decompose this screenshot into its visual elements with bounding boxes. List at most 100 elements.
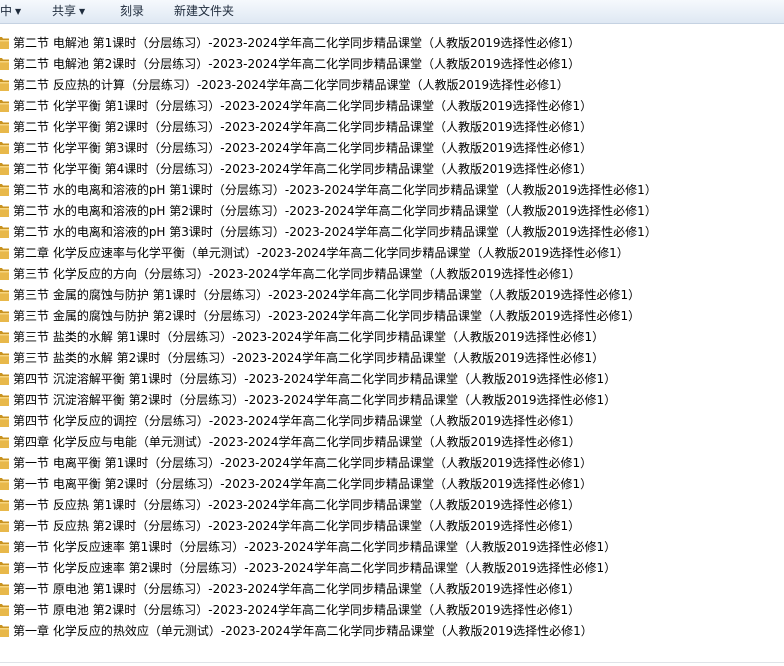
folder-icon: [0, 225, 9, 238]
chevron-down-icon: ▼: [15, 7, 22, 16]
file-name: 第三节 盐类的水解 第2课时（分层练习）-2023-2024学年高二化学同步精品…: [13, 351, 605, 365]
folder-icon: [0, 204, 9, 217]
file-list-item[interactable]: 第四节 化学反应的调控（分层练习）-2023-2024学年高二化学同步精品课堂（…: [0, 411, 784, 432]
file-list-item[interactable]: 第三节 化学反应的方向（分层练习）-2023-2024学年高二化学同步精品课堂（…: [0, 264, 784, 285]
file-list-item[interactable]: 第一节 原电池 第1课时（分层练习）-2023-2024学年高二化学同步精品课堂…: [0, 579, 784, 600]
file-name: 第二章 化学反应速率与化学平衡（单元测试）-2023-2024学年高二化学同步精…: [13, 246, 629, 260]
file-name: 第一节 电离平衡 第1课时（分层练习）-2023-2024学年高二化学同步精品课…: [13, 456, 593, 470]
file-list-item[interactable]: 第二节 化学平衡 第2课时（分层练习）-2023-2024学年高二化学同步精品课…: [0, 117, 784, 138]
file-name: 第二节 化学平衡 第1课时（分层练习）-2023-2024学年高二化学同步精品课…: [13, 99, 593, 113]
file-list-item[interactable]: 第四节 沉淀溶解平衡 第1课时（分层练习）-2023-2024学年高二化学同步精…: [0, 369, 784, 390]
file-name: 第二节 电解池 第2课时（分层练习）-2023-2024学年高二化学同步精品课堂…: [13, 57, 581, 71]
file-list-item[interactable]: 第二节 化学平衡 第1课时（分层练习）-2023-2024学年高二化学同步精品课…: [0, 96, 784, 117]
file-list-item[interactable]: 第一节 电离平衡 第2课时（分层练习）-2023-2024学年高二化学同步精品课…: [0, 474, 784, 495]
file-list-item[interactable]: 第二节 化学平衡 第3课时（分层练习）-2023-2024学年高二化学同步精品课…: [0, 138, 784, 159]
new-folder-label: 新建文件夹: [174, 4, 235, 18]
file-name: 第一节 电离平衡 第2课时（分层练习）-2023-2024学年高二化学同步精品课…: [13, 477, 593, 491]
folder-icon: [0, 183, 9, 196]
folder-icon: [0, 540, 9, 553]
file-name: 第二节 水的电离和溶液的pH 第2课时（分层练习）-2023-2024学年高二化…: [13, 204, 657, 218]
folder-icon: [0, 330, 9, 343]
folder-icon: [0, 288, 9, 301]
file-list-item[interactable]: 第一章 化学反应的热效应（单元测试）-2023-2024学年高二化学同步精品课堂…: [0, 621, 784, 642]
file-name: 第四节 化学反应的调控（分层练习）-2023-2024学年高二化学同步精品课堂（…: [13, 414, 581, 428]
folder-icon: [0, 498, 9, 511]
file-list-item[interactable]: 第三节 金属的腐蚀与防护 第1课时（分层练习）-2023-2024学年高二化学同…: [0, 285, 784, 306]
folder-icon: [0, 414, 9, 427]
folder-icon: [0, 141, 9, 154]
file-list-item[interactable]: 第一节 反应热 第2课时（分层练习）-2023-2024学年高二化学同步精品课堂…: [0, 516, 784, 537]
folder-icon: [0, 519, 9, 532]
folder-icon: [0, 99, 9, 112]
file-name: 第一节 化学反应速率 第2课时（分层练习）-2023-2024学年高二化学同步精…: [13, 561, 617, 575]
file-name: 第一节 化学反应速率 第1课时（分层练习）-2023-2024学年高二化学同步精…: [13, 540, 617, 554]
folder-icon: [0, 78, 9, 91]
file-list-item[interactable]: 第二节 水的电离和溶液的pH 第3课时（分层练习）-2023-2024学年高二化…: [0, 222, 784, 243]
file-name: 第四节 沉淀溶解平衡 第1课时（分层练习）-2023-2024学年高二化学同步精…: [13, 372, 617, 386]
organize-menu-button[interactable]: 中 ▼: [0, 3, 21, 20]
divider: [0, 662, 784, 663]
file-name: 第一节 反应热 第1课时（分层练习）-2023-2024学年高二化学同步精品课堂…: [13, 498, 581, 512]
file-list-item[interactable]: 第二节 水的电离和溶液的pH 第2课时（分层练习）-2023-2024学年高二化…: [0, 201, 784, 222]
folder-icon: [0, 435, 9, 448]
file-name: 第一章 化学反应的热效应（单元测试）-2023-2024学年高二化学同步精品课堂…: [13, 624, 593, 638]
share-menu-label: 共享: [52, 4, 77, 18]
file-name: 第二节 电解池 第1课时（分层练习）-2023-2024学年高二化学同步精品课堂…: [13, 36, 581, 50]
file-list-item[interactable]: 第三节 盐类的水解 第1课时（分层练习）-2023-2024学年高二化学同步精品…: [0, 327, 784, 348]
folder-icon: [0, 267, 9, 280]
folder-icon: [0, 162, 9, 175]
burn-label: 刻录: [120, 4, 145, 18]
chevron-down-icon: ▼: [79, 7, 86, 16]
file-list-item[interactable]: 第四节 沉淀溶解平衡 第2课时（分层练习）-2023-2024学年高二化学同步精…: [0, 390, 784, 411]
file-name: 第二节 水的电离和溶液的pH 第3课时（分层练习）-2023-2024学年高二化…: [13, 225, 657, 239]
file-list-item[interactable]: 第二章 化学反应速率与化学平衡（单元测试）-2023-2024学年高二化学同步精…: [0, 243, 784, 264]
new-folder-button[interactable]: 新建文件夹: [174, 3, 234, 20]
file-name: 第一节 反应热 第2课时（分层练习）-2023-2024学年高二化学同步精品课堂…: [13, 519, 581, 533]
file-name: 第四章 化学反应与电能（单元测试）-2023-2024学年高二化学同步精品课堂（…: [13, 435, 581, 449]
folder-icon: [0, 351, 9, 364]
share-menu-button[interactable]: 共享 ▼: [52, 3, 85, 20]
folder-icon: [0, 309, 9, 322]
file-list-item[interactable]: 第一节 电离平衡 第1课时（分层练习）-2023-2024学年高二化学同步精品课…: [0, 453, 784, 474]
file-list-item[interactable]: 第三节 金属的腐蚀与防护 第2课时（分层练习）-2023-2024学年高二化学同…: [0, 306, 784, 327]
file-list-item[interactable]: 第一节 原电池 第2课时（分层练习）-2023-2024学年高二化学同步精品课堂…: [0, 600, 784, 621]
file-name: 第四节 沉淀溶解平衡 第2课时（分层练习）-2023-2024学年高二化学同步精…: [13, 393, 617, 407]
file-list-item[interactable]: 第一节 化学反应速率 第2课时（分层练习）-2023-2024学年高二化学同步精…: [0, 558, 784, 579]
folder-icon: [0, 36, 9, 49]
file-name: 第二节 化学平衡 第3课时（分层练习）-2023-2024学年高二化学同步精品课…: [13, 141, 593, 155]
file-list-item[interactable]: 第二节 化学平衡 第4课时（分层练习）-2023-2024学年高二化学同步精品课…: [0, 159, 784, 180]
folder-icon: [0, 57, 9, 70]
file-list-item[interactable]: 第四章 化学反应与电能（单元测试）-2023-2024学年高二化学同步精品课堂（…: [0, 432, 784, 453]
file-name: 第三节 金属的腐蚀与防护 第1课时（分层练习）-2023-2024学年高二化学同…: [13, 288, 641, 302]
file-name: 第一节 原电池 第1课时（分层练习）-2023-2024学年高二化学同步精品课堂…: [13, 582, 581, 596]
file-list-item[interactable]: 第一节 反应热 第1课时（分层练习）-2023-2024学年高二化学同步精品课堂…: [0, 495, 784, 516]
file-name: 第三节 金属的腐蚀与防护 第2课时（分层练习）-2023-2024学年高二化学同…: [13, 309, 641, 323]
folder-icon: [0, 393, 9, 406]
folder-icon: [0, 561, 9, 574]
folder-icon: [0, 603, 9, 616]
file-list: 第二节 电解池 第1课时（分层练习）-2023-2024学年高二化学同步精品课堂…: [0, 33, 784, 642]
folder-icon: [0, 624, 9, 637]
file-name: 第一节 原电池 第2课时（分层练习）-2023-2024学年高二化学同步精品课堂…: [13, 603, 581, 617]
file-list-item[interactable]: 第三节 盐类的水解 第2课时（分层练习）-2023-2024学年高二化学同步精品…: [0, 348, 784, 369]
file-list-item[interactable]: 第二节 反应热的计算（分层练习）-2023-2024学年高二化学同步精品课堂（人…: [0, 75, 784, 96]
folder-icon: [0, 120, 9, 133]
organize-menu-label: 中: [0, 4, 13, 18]
folder-icon: [0, 477, 9, 490]
folder-icon: [0, 246, 9, 259]
file-list-item[interactable]: 第二节 电解池 第2课时（分层练习）-2023-2024学年高二化学同步精品课堂…: [0, 54, 784, 75]
file-name: 第二节 化学平衡 第2课时（分层练习）-2023-2024学年高二化学同步精品课…: [13, 120, 593, 134]
file-list-item[interactable]: 第二节 水的电离和溶液的pH 第1课时（分层练习）-2023-2024学年高二化…: [0, 180, 784, 201]
file-name: 第二节 化学平衡 第4课时（分层练习）-2023-2024学年高二化学同步精品课…: [13, 162, 593, 176]
file-name: 第二节 水的电离和溶液的pH 第1课时（分层练习）-2023-2024学年高二化…: [13, 183, 657, 197]
folder-icon: [0, 372, 9, 385]
command-bar: 中 ▼ 共享 ▼ 刻录 新建文件夹: [0, 0, 784, 24]
file-name: 第二节 反应热的计算（分层练习）-2023-2024学年高二化学同步精品课堂（人…: [13, 78, 569, 92]
file-name: 第三节 盐类的水解 第1课时（分层练习）-2023-2024学年高二化学同步精品…: [13, 330, 605, 344]
file-list-item[interactable]: 第一节 化学反应速率 第1课时（分层练习）-2023-2024学年高二化学同步精…: [0, 537, 784, 558]
folder-icon: [0, 582, 9, 595]
file-name: 第三节 化学反应的方向（分层练习）-2023-2024学年高二化学同步精品课堂（…: [13, 267, 581, 281]
file-list-item[interactable]: 第二节 电解池 第1课时（分层练习）-2023-2024学年高二化学同步精品课堂…: [0, 33, 784, 54]
burn-button[interactable]: 刻录: [120, 3, 144, 20]
folder-icon: [0, 456, 9, 469]
